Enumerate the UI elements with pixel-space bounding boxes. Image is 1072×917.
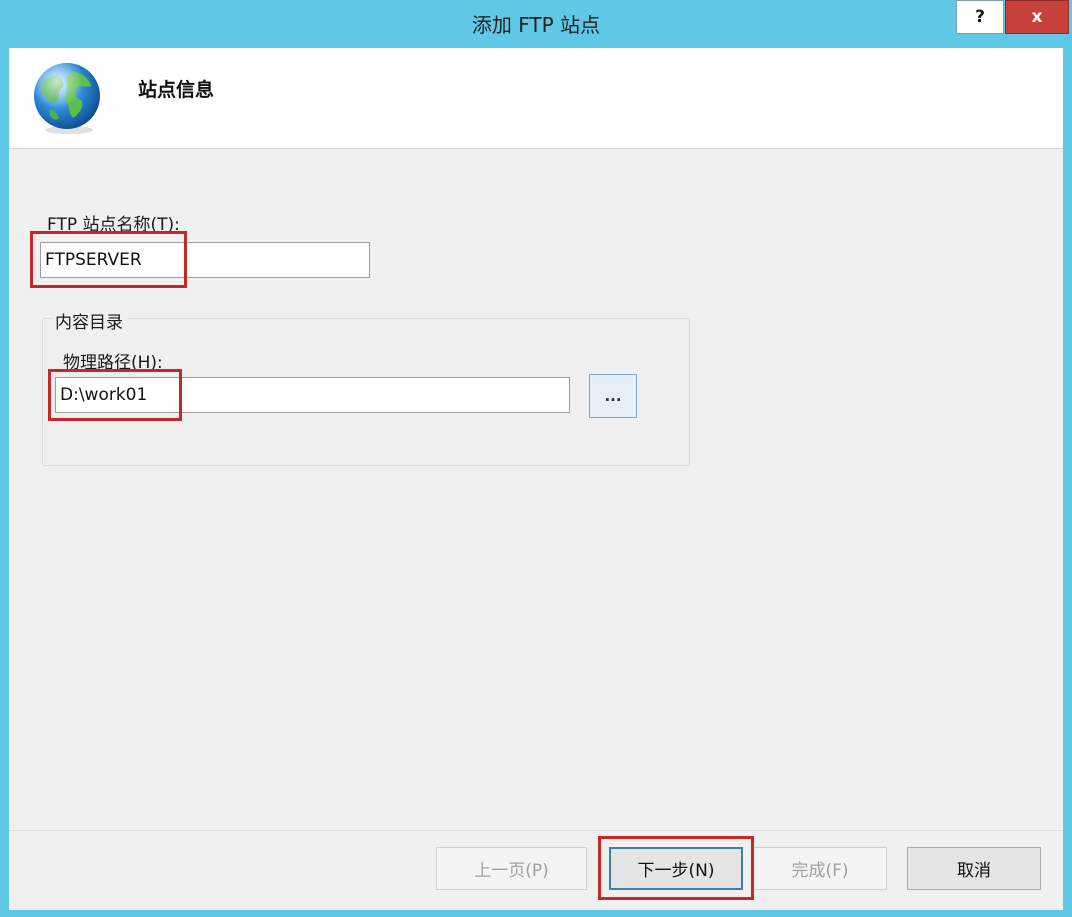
finish-button[interactable]: 完成(F) xyxy=(753,847,887,890)
close-icon: x xyxy=(1031,7,1043,27)
wizard-footer: 上一页(P) 下一步(N) 完成(F) 取消 xyxy=(9,831,1063,910)
previous-button[interactable]: 上一页(P) xyxy=(436,847,587,890)
physical-path-input[interactable] xyxy=(55,377,570,413)
globe-icon xyxy=(34,63,100,134)
title-bar[interactable]: 添加 FTP 站点 ? x xyxy=(0,0,1072,48)
dialog-body: 站点信息 FTP 站点名称(T): 内容目录 物理路径(H): ... 上一页(… xyxy=(9,48,1063,910)
help-button[interactable]: ? xyxy=(956,0,1004,34)
next-button[interactable]: 下一步(N) xyxy=(609,847,743,890)
help-icon: ? xyxy=(975,7,985,27)
page-title: 站点信息 xyxy=(138,79,215,101)
browse-button[interactable]: ... xyxy=(589,374,637,418)
window-title: 添加 FTP 站点 xyxy=(471,13,601,37)
cancel-button[interactable]: 取消 xyxy=(907,847,1041,890)
site-name-input[interactable] xyxy=(40,242,370,278)
add-ftp-site-dialog: 添加 FTP 站点 ? x 站点信息 FTP 站点名称(T): FTPSERVE… xyxy=(0,0,1072,917)
physical-path-label: 物理路径(H): xyxy=(63,353,163,373)
close-button[interactable]: x xyxy=(1005,0,1069,34)
content-directory-label: 内容目录 xyxy=(53,308,127,333)
site-name-label: FTP 站点名称(T): xyxy=(47,215,180,235)
wizard-header: 站点信息 xyxy=(9,48,1063,149)
